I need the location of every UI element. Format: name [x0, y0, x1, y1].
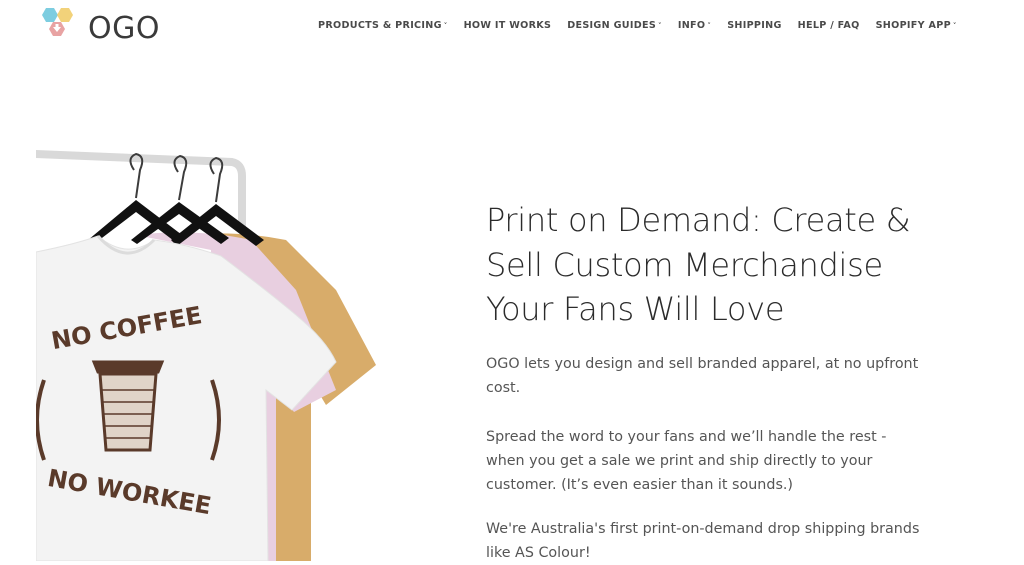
chevron-down-icon: ˅	[658, 21, 662, 30]
hero-paragraph-3: We're Australia's first print-on-demand …	[486, 520, 920, 561]
nav-shopify-app[interactable]: SHOPIFY APP ˅	[876, 20, 957, 31]
logo[interactable]: OGO	[36, 6, 166, 50]
nav-info[interactable]: INFO ˅	[678, 20, 711, 31]
tshirt-rack-illustration: NO COFFEE NO WORKEE	[36, 150, 376, 561]
hero-title-line-1: Print on Demand: Create &	[486, 201, 911, 239]
hero-title-line-3: Your Fans Will Love	[486, 290, 785, 328]
nav-products-pricing[interactable]: PRODUCTS & PRICING ˅	[318, 20, 448, 31]
logo-text: OGO	[88, 10, 160, 46]
nav-shipping[interactable]: SHIPPING	[727, 20, 781, 31]
site-header: OGO PRODUCTS & PRICING ˅ HOW IT WORKS DES…	[0, 0, 1024, 56]
nav-how-it-works[interactable]: HOW IT WORKS	[464, 20, 552, 31]
main-nav: PRODUCTS & PRICING ˅ HOW IT WORKS DESIGN …	[318, 20, 973, 31]
chevron-down-icon: ˅	[952, 21, 957, 30]
nav-help-faq[interactable]: HELP / FAQ	[798, 20, 860, 31]
nav-design-guides[interactable]: DESIGN GUIDES ˅	[567, 20, 662, 31]
hero-paragraph-2: Spread the word to your fans and we’ll h…	[486, 428, 887, 493]
chevron-down-icon: ˅	[707, 21, 712, 30]
logo-hexagons-icon	[42, 8, 73, 36]
hero-title: Print on Demand: Create & Sell Custom Me…	[486, 198, 926, 332]
hero-paragraph-1: OGO lets you design and sell branded app…	[486, 355, 919, 396]
hero-tshirt-image: NO COFFEE NO WORKEE	[36, 140, 396, 561]
hero-title-line-2: Sell Custom Merchandise	[486, 245, 883, 284]
hero-content: Print on Demand: Create & Sell Custom Me…	[486, 198, 926, 565]
chevron-down-icon: ˅	[443, 21, 448, 30]
